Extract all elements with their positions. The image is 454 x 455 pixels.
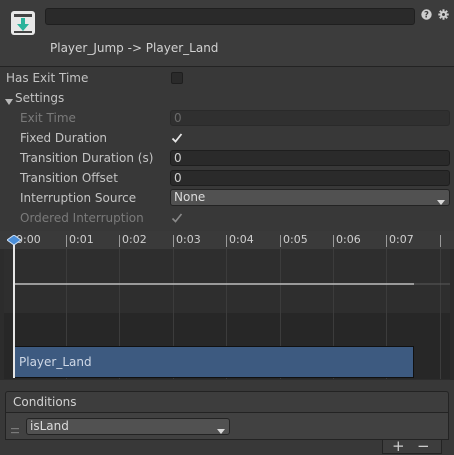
fixed-duration-label: Fixed Duration: [20, 131, 108, 145]
tick-label: 0:04: [229, 233, 254, 246]
condition-parameter-value: isLand: [30, 419, 69, 433]
tick-mark: [66, 235, 67, 247]
interruption-source-dropdown[interactable]: None: [170, 189, 450, 206]
remove-condition-button[interactable]: −: [417, 439, 430, 454]
transition-offset-field[interactable]: 0: [170, 170, 450, 186]
ordered-interruption-label: Ordered Interruption: [20, 211, 144, 225]
transition-curve-line: [14, 274, 450, 285]
ordered-interruption-checkbox: [171, 212, 183, 224]
svg-text:?: ?: [424, 11, 429, 20]
clip-bar-player-land[interactable]: Player_Land: [13, 346, 414, 378]
transition-curve-area: [4, 249, 450, 313]
tick-label: 0:03: [176, 233, 201, 246]
playhead-marker-icon[interactable]: [6, 234, 22, 246]
chevron-down-icon: [217, 424, 225, 434]
foldout-arrow-icon[interactable]: [5, 95, 13, 105]
exit-time-label: Exit Time: [20, 111, 76, 125]
tick-mark: [386, 235, 387, 247]
has-exit-time-checkbox[interactable]: [171, 72, 183, 84]
name-field[interactable]: [45, 8, 415, 25]
gear-icon[interactable]: [438, 9, 449, 20]
tick-label: 0:06: [336, 233, 361, 246]
tick-mark: [333, 235, 334, 247]
settings-foldout-label[interactable]: Settings: [15, 91, 64, 105]
transition-title: Player_Jump -> Player_Land: [50, 41, 219, 55]
tick-mark: [280, 235, 281, 247]
tick-label: 0:02: [122, 233, 147, 246]
interruption-source-label: Interruption Source: [20, 191, 137, 205]
tick-label: 0:01: [69, 233, 94, 246]
help-icon[interactable]: ?: [421, 9, 432, 21]
interruption-source-value: None: [174, 190, 206, 204]
tick-mark: [173, 235, 174, 247]
has-exit-time-label: Has Exit Time: [6, 71, 89, 85]
tick-mark: [226, 235, 227, 247]
tick-mark: [440, 235, 441, 247]
transition-duration-label: Transition Duration (s): [20, 151, 154, 165]
condition-parameter-dropdown[interactable]: isLand: [26, 418, 230, 435]
conditions-title: Conditions: [13, 395, 77, 409]
conditions-footer: [382, 440, 442, 454]
exit-time-field: 0: [170, 110, 450, 126]
chevron-down-icon: [437, 195, 445, 205]
tick-mark: [119, 235, 120, 247]
transition-arrow-icon: [10, 10, 36, 36]
add-condition-button[interactable]: +: [392, 439, 405, 454]
grid-line: [440, 249, 441, 379]
playhead-line[interactable]: [13, 238, 15, 378]
drag-handle-icon[interactable]: [11, 423, 19, 434]
tick-label: 0:05: [283, 233, 308, 246]
tick-label: 0:07: [389, 233, 414, 246]
fixed-duration-checkbox[interactable]: [171, 132, 183, 144]
transition-offset-label: Transition Offset: [20, 171, 118, 185]
transition-duration-field[interactable]: 0: [170, 150, 450, 166]
